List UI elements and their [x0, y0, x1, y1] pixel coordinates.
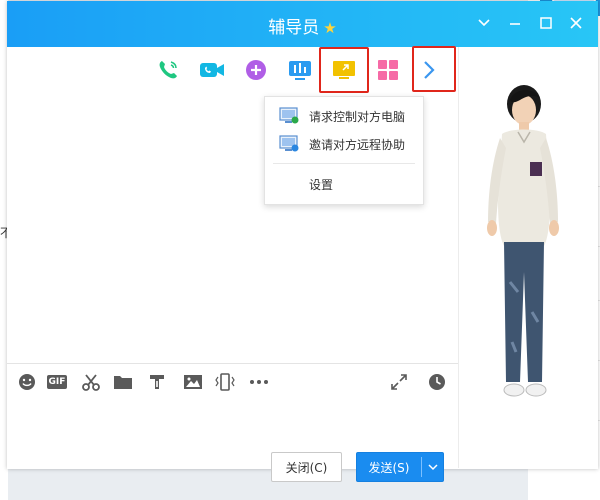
gif-label: GIF [46, 375, 68, 389]
share-screen-icon[interactable] [286, 56, 314, 84]
apps-grid-icon[interactable] [374, 56, 402, 84]
close-button[interactable]: 关闭(C) [271, 452, 342, 482]
add-member-icon[interactable] [242, 56, 270, 84]
history-clock-icon[interactable] [426, 372, 448, 392]
title-bar[interactable]: 辅导员 ★ [7, 1, 598, 47]
invite-assist-icon [279, 135, 299, 153]
more-dots-icon[interactable] [248, 372, 270, 392]
shake-icon[interactable] [214, 372, 236, 392]
menu-item-request-control[interactable]: 请求控制对方电脑 [265, 102, 423, 130]
remote-assist-menu: 请求控制对方电脑 邀请对方远程协助 设置 [264, 96, 424, 205]
contact-avatar-figure [487, 85, 559, 397]
more-arrow-highlight [412, 46, 456, 92]
emoji-icon[interactable] [16, 372, 38, 392]
request-control-icon [279, 107, 299, 125]
close-icon[interactable] [565, 12, 587, 34]
scissors-icon[interactable] [80, 372, 102, 392]
image-icon[interactable] [182, 372, 204, 392]
input-divider [7, 363, 458, 364]
expand-icon[interactable] [388, 372, 410, 392]
menu-item-invite-assist[interactable]: 邀请对方远程协助 [265, 130, 423, 158]
send-button[interactable]: 发送(S) [356, 452, 444, 482]
contact-name: 辅导员 [268, 18, 320, 38]
font-icon[interactable] [146, 372, 168, 392]
menu-item-settings[interactable]: 设置 [265, 170, 423, 198]
video-call-icon[interactable] [198, 56, 226, 84]
star-icon: ★ [323, 19, 337, 37]
send-options-chevron-icon[interactable] [423, 460, 443, 474]
phone-call-icon[interactable] [154, 56, 182, 84]
gif-icon[interactable]: GIF [46, 372, 68, 392]
menu-divider [273, 163, 415, 164]
menu-label: 邀请对方远程协助 [309, 137, 406, 152]
menu-label: 设置 [309, 177, 334, 192]
chevron-down-icon[interactable] [473, 12, 495, 34]
minimize-icon[interactable] [504, 12, 526, 34]
menu-label: 请求控制对方电脑 [309, 109, 406, 124]
maximize-icon[interactable] [535, 12, 557, 34]
remote-desktop-highlight [319, 47, 369, 93]
send-button-label: 发送(S) [368, 460, 410, 475]
folder-icon[interactable] [112, 372, 134, 392]
close-button-label: 关闭(C) [285, 460, 328, 475]
sidebar-divider [458, 47, 459, 468]
